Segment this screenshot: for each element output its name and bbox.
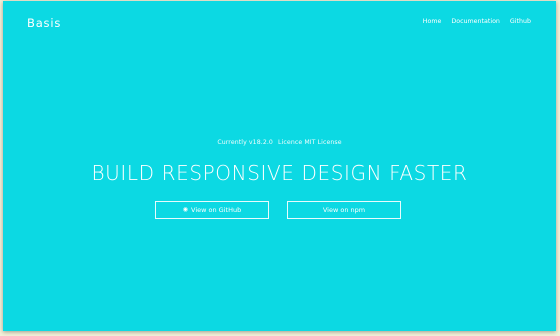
top-navigation: Home Documentation Github <box>423 18 531 25</box>
version-license-line: Currently v18.2.0 Licence MIT License <box>3 139 556 146</box>
view-on-github-button[interactable]: ◉ View on GitHub <box>155 201 269 219</box>
page-frame: Basis Home Documentation Github Currentl… <box>3 1 556 331</box>
license-text: Licence MIT License <box>278 139 342 146</box>
nav-home-link[interactable]: Home <box>423 18 442 25</box>
nav-documentation-link[interactable]: Documentation <box>451 18 500 25</box>
nav-github-link[interactable]: Github <box>510 18 531 25</box>
github-icon: ◉ <box>182 206 189 213</box>
brand-logo[interactable]: Basis <box>27 16 61 30</box>
view-on-npm-label: View on npm <box>322 206 366 214</box>
view-on-github-label: View on GitHub <box>191 206 242 214</box>
version-text: Currently v18.2.0 <box>217 139 273 146</box>
page-headline: BUILD RESPONSIVE DESIGN FASTER <box>91 161 468 185</box>
view-on-npm-button[interactable]: View on npm <box>287 201 401 219</box>
